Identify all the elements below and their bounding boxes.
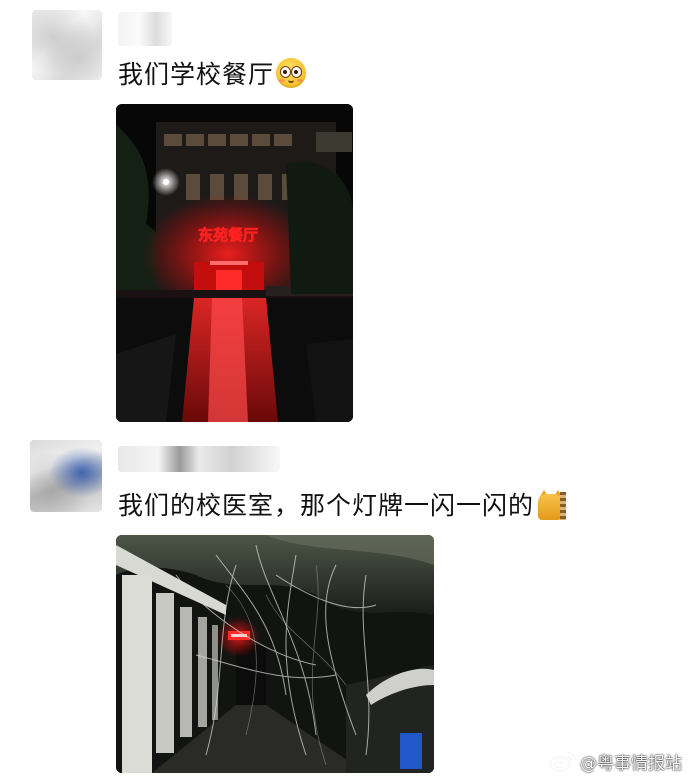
weibo-watermark: @粤事情报站 xyxy=(548,749,682,774)
message-text: 我们学校餐厅 xyxy=(118,58,307,92)
message-text-content: 我们的校医室，那个灯牌一闪一闪的 xyxy=(118,491,535,520)
message-text-content: 我们学校餐厅 xyxy=(118,60,275,89)
cat-peeking-emoji-icon xyxy=(536,488,567,520)
canteen-sign-text: 东苑餐厅 xyxy=(198,226,258,244)
sender-avatar[interactable] xyxy=(32,10,102,80)
clinic-night-photo[interactable] xyxy=(116,535,434,773)
sender-avatar[interactable] xyxy=(30,440,102,512)
sender-name-redacted xyxy=(118,12,172,46)
weibo-logo-icon xyxy=(549,752,576,772)
flushed-face-emoji-icon xyxy=(276,58,307,88)
watermark-text: @粤事情报站 xyxy=(580,753,682,774)
canteen-night-photo[interactable]: 东苑餐厅 xyxy=(116,104,353,422)
message-text: 我们的校医室，那个灯牌一闪一闪的 xyxy=(118,488,567,523)
sender-name-redacted xyxy=(118,446,280,472)
